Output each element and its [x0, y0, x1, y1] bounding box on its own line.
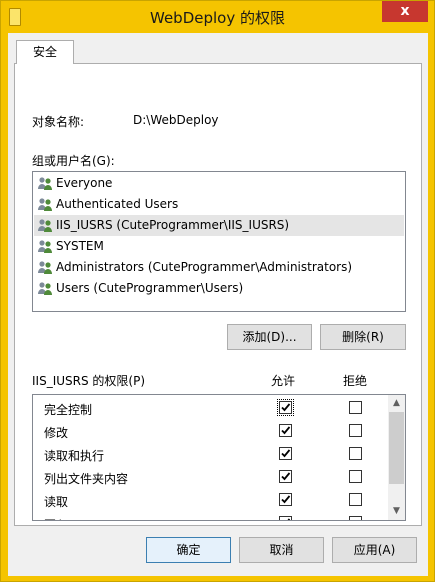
vertical-scrollbar[interactable]: ▲ ▼: [388, 395, 405, 520]
object-name-label: 对象名称:: [32, 115, 85, 129]
apply-button[interactable]: 应用(A): [332, 537, 417, 563]
allow-checkbox[interactable]: [279, 401, 292, 414]
window-title: WebDeploy 的权限: [150, 9, 285, 27]
permission-name: 完全控制: [44, 403, 93, 417]
permission-row: 写入: [33, 512, 389, 520]
list-item-label: IIS_IUSRS (CuteProgrammer\IIS_IUSRS): [56, 218, 290, 232]
security-tab-panel: 对象名称: D:\WebDeploy 组或用户名(G): Everyone Au…: [14, 63, 422, 526]
users-icon: [38, 282, 52, 295]
list-item-selected[interactable]: IIS_IUSRS (CuteProgrammer\IIS_IUSRS): [34, 215, 404, 236]
dialog-body: 安全 对象名称: D:\WebDeploy 组或用户名(G): Everyone…: [8, 33, 428, 576]
deny-column-header: 拒绝: [343, 374, 368, 388]
permission-row: 完全控制: [33, 397, 389, 420]
remove-button[interactable]: 删除(R): [320, 324, 406, 350]
permission-row: 修改: [33, 420, 389, 443]
list-item[interactable]: Everyone: [34, 173, 404, 194]
permissions-dialog: WebDeploy 的权限 x 安全 对象名称: D:\WebDeploy 组或…: [0, 0, 435, 582]
scroll-up-icon[interactable]: ▲: [388, 395, 405, 412]
permission-name: 读取: [44, 495, 69, 509]
list-item-label: SYSTEM: [56, 239, 104, 253]
list-item[interactable]: Users (CuteProgrammer\Users): [34, 278, 404, 299]
deny-checkbox[interactable]: [349, 516, 362, 520]
permissions-label: IIS_IUSRS 的权限(P): [32, 374, 146, 388]
allow-checkbox[interactable]: [279, 516, 292, 520]
list-item[interactable]: Administrators (CuteProgrammer\Administr…: [34, 257, 404, 278]
permission-name: 修改: [44, 426, 69, 440]
permission-name: 读取和执行: [44, 449, 105, 463]
title-bar[interactable]: WebDeploy 的权限 x: [1, 1, 434, 33]
deny-checkbox[interactable]: [349, 493, 362, 506]
scroll-thumb[interactable]: [389, 412, 404, 484]
list-item-label: Administrators (CuteProgrammer\Administr…: [56, 260, 353, 274]
groups-label: 组或用户名(G):: [32, 154, 115, 168]
permission-row: 读取和执行: [33, 443, 389, 466]
users-icon: [38, 198, 52, 211]
list-item-label: Everyone: [56, 176, 113, 190]
allow-checkbox[interactable]: [279, 424, 292, 437]
deny-checkbox[interactable]: [349, 401, 362, 414]
deny-checkbox[interactable]: [349, 470, 362, 483]
tab-security[interactable]: 安全: [16, 40, 74, 64]
permission-row: 读取: [33, 489, 389, 512]
object-name-value: D:\WebDeploy: [133, 113, 219, 127]
permission-name: 列出文件夹内容: [44, 472, 129, 486]
list-item[interactable]: Authenticated Users: [34, 194, 404, 215]
list-item[interactable]: SYSTEM: [34, 236, 404, 257]
users-icon: [38, 240, 52, 253]
permissions-list: 完全控制 修改 读取和执行 列出文件夹内容 读取 ▲ ▼: [32, 394, 406, 521]
allow-column-header: 允许: [271, 374, 296, 388]
users-icon: [38, 219, 52, 232]
allow-checkbox[interactable]: [279, 493, 292, 506]
add-button[interactable]: 添加(D)...: [227, 324, 312, 350]
deny-checkbox[interactable]: [349, 447, 362, 460]
permission-name: 写入: [44, 516, 68, 520]
permission-row: 列出文件夹内容: [33, 466, 389, 489]
list-item-label: Authenticated Users: [56, 197, 179, 211]
deny-checkbox[interactable]: [349, 424, 362, 437]
allow-checkbox[interactable]: [279, 470, 292, 483]
users-icon: [38, 177, 52, 190]
scroll-down-icon[interactable]: ▼: [388, 503, 405, 520]
ok-button[interactable]: 确定: [146, 537, 231, 563]
allow-checkbox[interactable]: [279, 447, 292, 460]
close-button[interactable]: x: [382, 1, 428, 22]
cancel-button[interactable]: 取消: [239, 537, 324, 563]
group-user-list[interactable]: Everyone Authenticated Users IIS_IUSRS (…: [32, 171, 406, 312]
users-icon: [38, 261, 52, 274]
list-item-label: Users (CuteProgrammer\Users): [56, 281, 244, 295]
